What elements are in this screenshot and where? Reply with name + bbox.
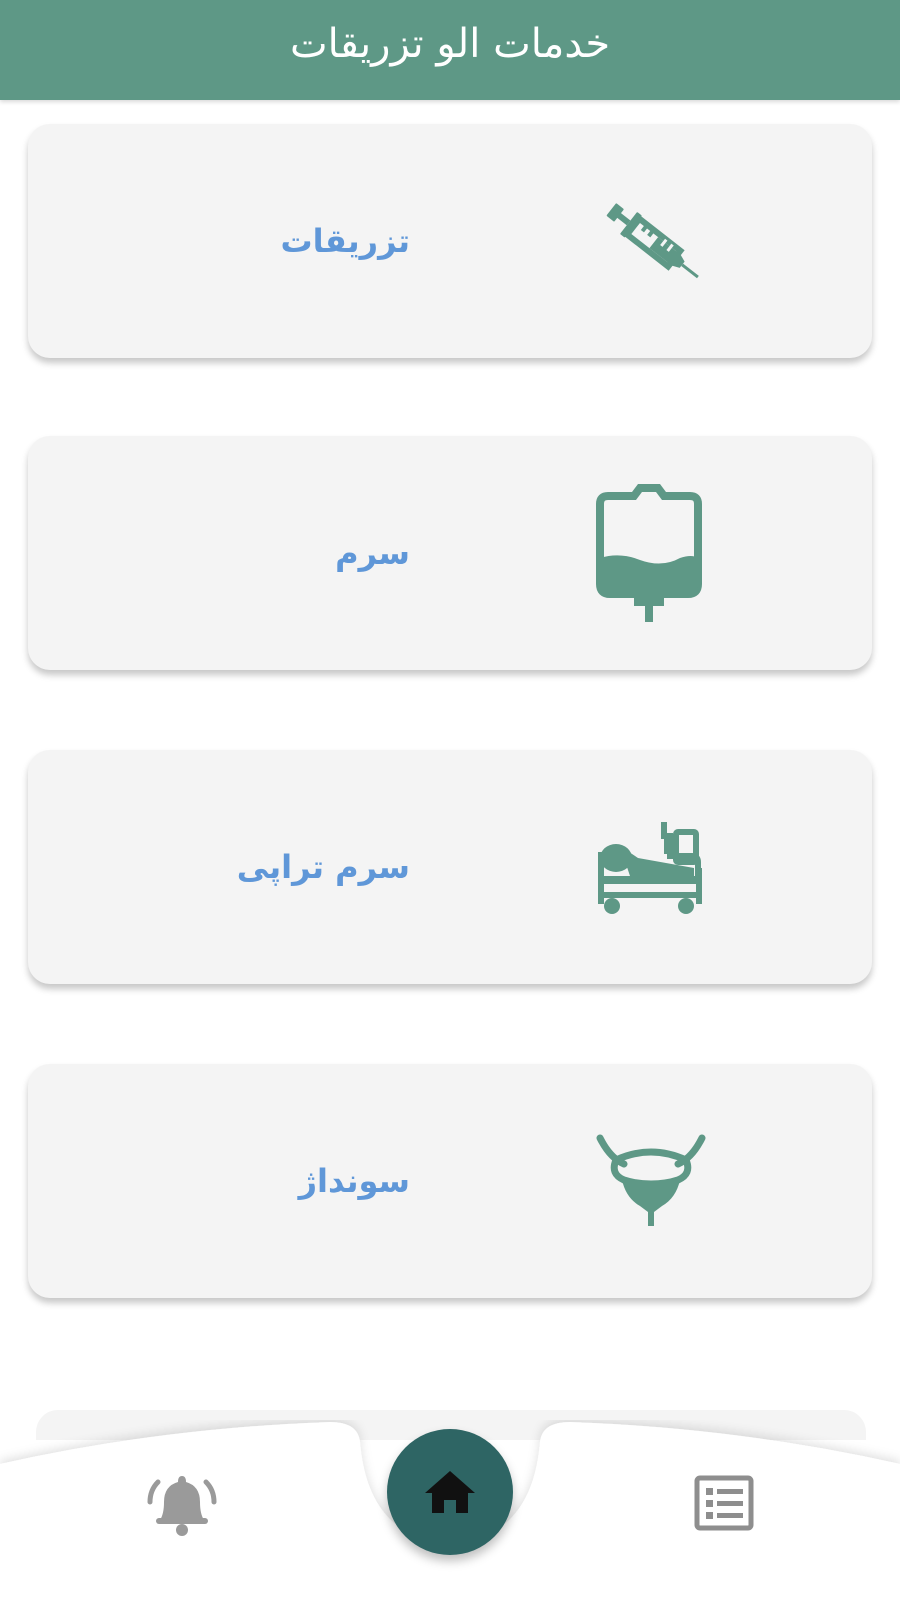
app-bar: خدمات الو تزریقات bbox=[0, 0, 900, 100]
iv-bag-icon bbox=[596, 484, 702, 622]
service-label: سرم تراپی bbox=[236, 848, 410, 886]
home-button[interactable] bbox=[387, 1429, 513, 1555]
notifications-button[interactable] bbox=[146, 1472, 218, 1542]
page-title: خدمات الو تزریقات bbox=[289, 21, 611, 67]
service-label: تزریقات bbox=[280, 222, 410, 260]
list-button[interactable] bbox=[694, 1475, 754, 1535]
bell-icon bbox=[147, 1476, 217, 1536]
service-card-injections[interactable]: تزریقات bbox=[28, 124, 872, 358]
bladder-icon bbox=[596, 1134, 706, 1226]
service-card-catheter[interactable]: سونداژ bbox=[28, 1064, 872, 1298]
service-card-serum-therapy[interactable]: سرم تراپی bbox=[28, 750, 872, 984]
home-icon bbox=[425, 1471, 475, 1513]
syringe-icon bbox=[606, 203, 699, 279]
service-label: سرم bbox=[335, 534, 410, 572]
bottom-nav bbox=[0, 1420, 900, 1600]
list-icon bbox=[694, 1475, 754, 1531]
hospital-bed-icon bbox=[598, 822, 702, 914]
service-card-serum[interactable]: سرم bbox=[28, 436, 872, 670]
service-label: سونداژ bbox=[298, 1162, 410, 1200]
